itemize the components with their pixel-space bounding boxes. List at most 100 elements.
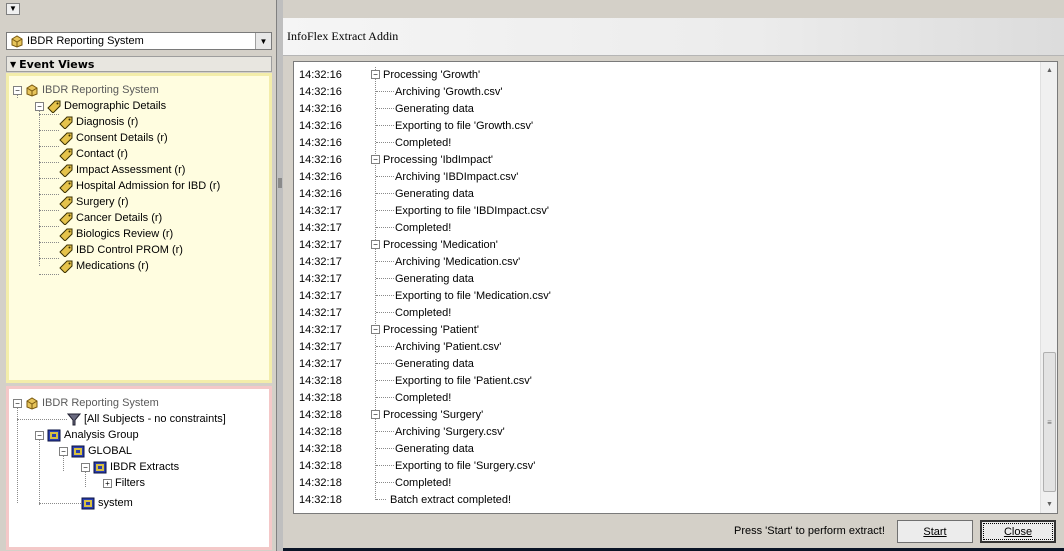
tree-connector bbox=[376, 176, 394, 177]
log-row: 14:32:17 Exporting to file 'IBDImpact.csv… bbox=[294, 202, 1034, 219]
analysis-root-node[interactable]: − IBDR Reporting System bbox=[13, 395, 159, 411]
caret-down-icon: ▼ bbox=[10, 59, 17, 69]
tree-connector bbox=[376, 499, 386, 500]
log-time: 14:32:18 bbox=[299, 459, 342, 472]
query-group-icon bbox=[81, 497, 95, 510]
log-message: Completed! bbox=[395, 136, 452, 149]
collapse-icon[interactable]: − bbox=[59, 446, 68, 456]
system-select[interactable]: IBDR Reporting System ▼ bbox=[6, 32, 272, 50]
tree-item-cancer-details[interactable]: Cancer Details (r) bbox=[59, 210, 162, 226]
scroll-down-icon[interactable]: ▼ bbox=[1041, 496, 1057, 513]
scroll-up-icon[interactable]: ▲ bbox=[1041, 62, 1057, 79]
tree-connector bbox=[376, 210, 394, 211]
tree-item-label: Diagnosis (r) bbox=[76, 116, 139, 128]
system-node[interactable]: system bbox=[81, 495, 133, 511]
log-message: Exporting to file 'Surgery.csv' bbox=[395, 459, 536, 472]
collapse-icon[interactable]: − bbox=[13, 85, 22, 95]
log-time: 14:32:18 bbox=[299, 493, 342, 506]
log-message: Exporting to file 'IBDImpact.csv' bbox=[395, 204, 549, 217]
log-message: Completed! bbox=[395, 306, 452, 319]
expand-icon[interactable]: + bbox=[103, 478, 112, 488]
tag-icon bbox=[59, 244, 73, 257]
tree-connector bbox=[376, 142, 394, 143]
collapse-icon[interactable]: − bbox=[81, 462, 90, 472]
tree-connector bbox=[376, 125, 394, 126]
extract-log[interactable]: 14:32:16− Processing 'Growth' 14:32:16 Arch… bbox=[293, 61, 1058, 514]
navigator-pane: ▼ IBDR Reporting System ▼ ▼ Event Views … bbox=[0, 0, 277, 551]
log-scrollbar[interactable]: ▲ ≡ ▼ bbox=[1040, 62, 1057, 513]
log-message: Generating data bbox=[395, 272, 474, 285]
log-time: 14:32:17 bbox=[299, 255, 342, 268]
tree-item-contact[interactable]: Contact (r) bbox=[59, 146, 128, 162]
tree-connector bbox=[376, 91, 394, 92]
collapse-icon[interactable]: − bbox=[371, 155, 380, 164]
tree-root-node[interactable]: − IBDR Reporting System bbox=[13, 82, 159, 98]
navigator-menu-dropdown[interactable]: ▼ bbox=[6, 3, 20, 15]
log-time: 14:32:18 bbox=[299, 408, 342, 421]
tag-icon bbox=[59, 116, 73, 129]
tree-item-hospital-admission[interactable]: Hospital Admission for IBD (r) bbox=[59, 178, 220, 194]
tree-item-consent-details[interactable]: Consent Details (r) bbox=[59, 130, 168, 146]
tree-item-label: Biologics Review (r) bbox=[76, 228, 174, 240]
log-row: 14:32:17 Generating data bbox=[294, 355, 1034, 372]
log-time: 14:32:16 bbox=[299, 85, 342, 98]
log-process-node: − Processing 'Medication' bbox=[371, 239, 498, 251]
start-button[interactable]: Start bbox=[897, 520, 973, 543]
collapse-icon[interactable]: − bbox=[371, 325, 380, 334]
ibdr-extracts-node[interactable]: − IBDR Extracts bbox=[81, 459, 179, 475]
collapse-icon[interactable]: − bbox=[371, 410, 380, 419]
log-time: 14:32:18 bbox=[299, 391, 342, 404]
log-row: 14:32:16 − Processing 'Growth' bbox=[294, 66, 1034, 83]
log-row: 14:32:18 − Processing 'Surgery' bbox=[294, 406, 1034, 423]
log-time: 14:32:18 bbox=[299, 374, 342, 387]
tree-item-impact-assessment[interactable]: Impact Assessment (r) bbox=[59, 162, 185, 178]
log-row: 14:32:16 Generating data bbox=[294, 185, 1034, 202]
log-row: 14:32:17 Archiving 'Medication.csv' bbox=[294, 253, 1034, 270]
tree-item-label: IBD Control PROM (r) bbox=[76, 244, 183, 256]
tag-icon bbox=[47, 100, 61, 113]
all-subjects-node[interactable]: [All Subjects - no constraints] bbox=[67, 411, 226, 427]
tree-connector bbox=[376, 465, 394, 466]
log-row: 14:32:18 Exporting to file 'Patient.csv' bbox=[294, 372, 1034, 389]
tree-group-node[interactable]: − Demographic Details bbox=[35, 98, 166, 114]
log-time: 14:32:17 bbox=[299, 357, 342, 370]
filters-node[interactable]: + Filters bbox=[103, 475, 145, 491]
log-row: 14:32:17 Archiving 'Patient.csv' bbox=[294, 338, 1034, 355]
scroll-thumb[interactable]: ≡ bbox=[1043, 352, 1056, 492]
tree-group-label: Demographic Details bbox=[64, 100, 167, 112]
log-message: Completed! bbox=[395, 221, 452, 234]
tree-item-surgery[interactable]: Surgery (r) bbox=[59, 194, 129, 210]
log-message: Archiving 'Surgery.csv' bbox=[395, 425, 505, 438]
chevron-down-icon[interactable]: ▼ bbox=[255, 33, 271, 49]
collapse-icon[interactable]: − bbox=[35, 430, 44, 440]
tag-icon bbox=[59, 260, 73, 273]
splitter-grip-icon[interactable] bbox=[278, 178, 282, 188]
tree-item-label: Cancer Details (r) bbox=[76, 212, 163, 224]
log-message: Archiving 'IBDImpact.csv' bbox=[395, 170, 519, 183]
collapse-icon[interactable]: − bbox=[13, 398, 22, 408]
global-node[interactable]: − GLOBAL bbox=[59, 443, 132, 459]
tree-item-medications[interactable]: Medications (r) bbox=[59, 258, 149, 274]
log-message: Exporting to file 'Growth.csv' bbox=[395, 119, 534, 132]
event-tree: − IBDR Reporting System − Demographic De… bbox=[6, 73, 272, 383]
analysis-group-node[interactable]: − Analysis Group bbox=[35, 427, 139, 443]
log-message: Archiving 'Growth.csv' bbox=[395, 85, 503, 98]
package-icon bbox=[25, 396, 39, 410]
collapse-icon[interactable]: − bbox=[371, 240, 380, 249]
collapse-icon[interactable]: − bbox=[35, 101, 44, 111]
tree-connector bbox=[376, 261, 394, 262]
tag-icon bbox=[59, 148, 73, 161]
log-message: Batch extract completed! bbox=[390, 493, 512, 506]
log-message: Processing 'Patient' bbox=[383, 323, 479, 336]
log-row: 14:32:17 Generating data bbox=[294, 270, 1034, 287]
tree-item-biologics-review[interactable]: Biologics Review (r) bbox=[59, 226, 173, 242]
tree-item-ibd-control-prom[interactable]: IBD Control PROM (r) bbox=[59, 242, 183, 258]
tree-item-diagnosis[interactable]: Diagnosis (r) bbox=[59, 114, 138, 130]
close-button[interactable]: Close bbox=[980, 520, 1056, 543]
caret-down-icon: ▼ bbox=[9, 4, 17, 13]
log-time: 14:32:17 bbox=[299, 289, 342, 302]
log-time: 14:32:17 bbox=[299, 306, 342, 319]
collapse-icon[interactable]: − bbox=[371, 70, 380, 79]
event-views-header[interactable]: ▼ Event Views bbox=[6, 56, 272, 72]
tree-connector bbox=[376, 431, 394, 432]
